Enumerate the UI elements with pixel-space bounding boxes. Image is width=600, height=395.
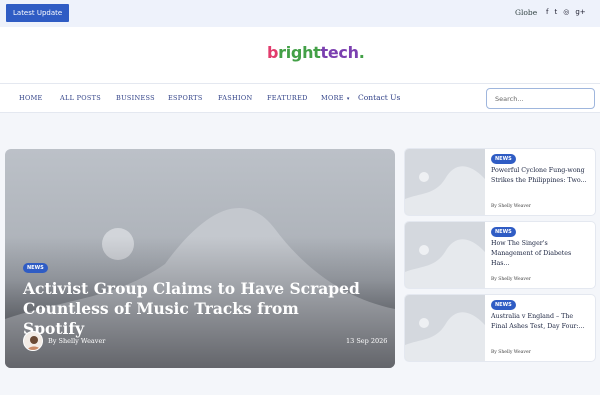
author-name[interactable]: Shelly Weaver [498, 204, 530, 209]
side-post-card[interactable]: NEWS Australia v England – The Final Ash… [405, 295, 595, 361]
instagram-icon[interactable]: ◎ [563, 7, 569, 17]
side-post-card[interactable]: NEWS Powerful Cyclone Fung-wong Strikes … [405, 149, 595, 215]
author-prefix: By [491, 277, 497, 282]
logo-part: tech [320, 43, 359, 62]
nav-item-more[interactable]: MORE ▾ [321, 94, 350, 102]
chevron-down-icon: ▾ [346, 96, 350, 102]
region-label[interactable]: Globe [515, 8, 537, 17]
logo-dot: . [358, 43, 365, 62]
category-badge[interactable]: NEWS [23, 263, 48, 273]
nav-item-fashion[interactable]: FASHION [218, 94, 252, 102]
post-author[interactable]: By Shelly Weaver [491, 204, 531, 209]
site-header: brighttech. [0, 27, 600, 83]
author-prefix: By [491, 204, 497, 209]
image-placeholder-icon[interactable] [405, 295, 485, 361]
side-post-card[interactable]: NEWS How The Singer's Management of Diab… [405, 222, 595, 288]
author-prefix: By [48, 337, 57, 345]
author-prefix: By [491, 350, 497, 355]
logo-part: right [278, 43, 321, 62]
nav-item-featured[interactable]: FEATURED [267, 94, 308, 102]
side-post-title[interactable]: How The Singer's Management of Diabetes … [491, 239, 591, 269]
nav-item-business[interactable]: BUSINESS [116, 94, 155, 102]
facebook-icon[interactable]: f [546, 7, 548, 17]
category-badge[interactable]: NEWS [491, 227, 516, 237]
side-post-title[interactable]: Australia v England – The Final Ashes Te… [491, 312, 591, 332]
logo-part: b [267, 43, 279, 62]
side-post-title[interactable]: Powerful Cyclone Fung-wong Strikes the P… [491, 166, 591, 186]
nav-item-esports[interactable]: ESPORTS [168, 94, 203, 102]
social-links: f t ◎ g+ [546, 7, 586, 17]
nav-item-all-posts[interactable]: ALL POSTS [60, 94, 101, 102]
google-plus-icon[interactable]: g+ [575, 7, 585, 17]
image-placeholder-icon[interactable] [405, 149, 485, 215]
top-bar: Latest Update Globe f t ◎ g+ [0, 0, 600, 27]
search-input[interactable] [486, 88, 595, 109]
featured-post-card[interactable]: NEWS Activist Group Claims to Have Scrap… [5, 149, 395, 368]
author-name[interactable]: Shelly Weaver [498, 350, 530, 355]
nav-item-home[interactable]: HOME [19, 94, 43, 102]
author-name[interactable]: Shelly Weaver [59, 337, 106, 345]
avatar[interactable] [23, 331, 43, 351]
category-badge[interactable]: NEWS [491, 300, 516, 310]
author-name[interactable]: Shelly Weaver [498, 277, 530, 282]
latest-update-button[interactable]: Latest Update [6, 4, 70, 22]
twitter-icon[interactable]: t [554, 7, 557, 17]
nav-item-contact[interactable]: Contact Us [358, 93, 400, 102]
nav-item-more-label: MORE [321, 94, 344, 102]
post-author[interactable]: By Shelly Weaver [48, 337, 105, 345]
post-author[interactable]: By Shelly Weaver [491, 277, 531, 282]
post-author[interactable]: By Shelly Weaver [491, 350, 531, 355]
category-badge[interactable]: NEWS [491, 154, 516, 164]
site-logo[interactable]: brighttech. [267, 43, 365, 62]
image-placeholder-icon[interactable] [405, 222, 485, 288]
featured-post-title[interactable]: Activist Group Claims to Have Scraped Co… [23, 279, 363, 339]
post-date: 13 Sep 2026 [346, 337, 388, 345]
main-nav: HOME ALL POSTS BUSINESS ESPORTS FASHION … [0, 83, 600, 113]
